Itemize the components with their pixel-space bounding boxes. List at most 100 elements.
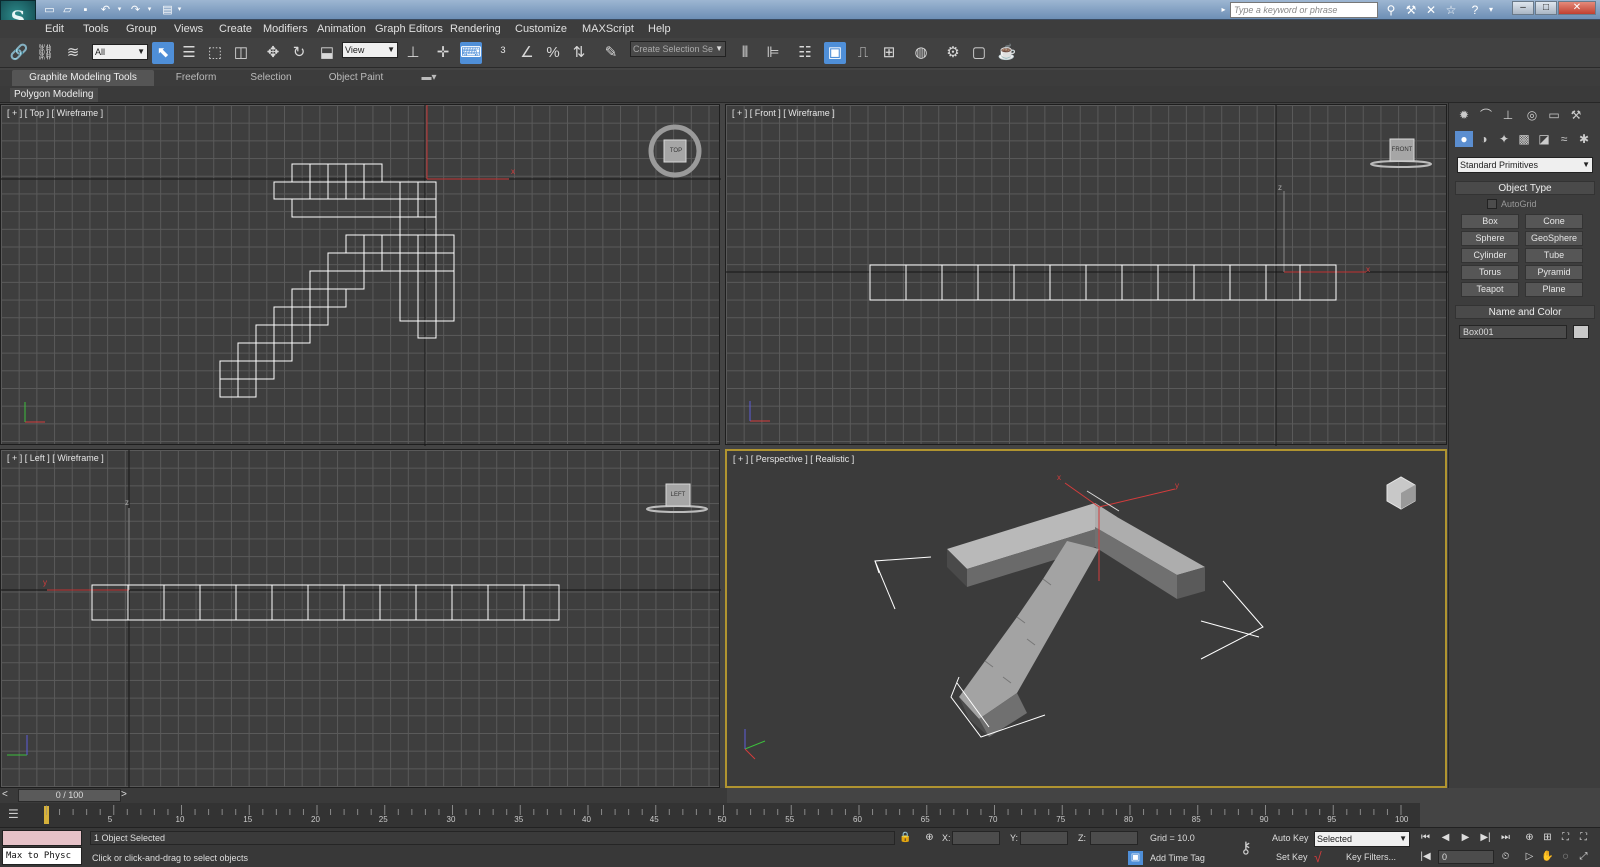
set-key-button[interactable]: Set Key (1276, 852, 1308, 862)
ribbon-options-icon[interactable]: ▬▾ (418, 70, 440, 86)
maximize-button[interactable]: □ (1535, 1, 1557, 15)
keyboard-shortcut-override-icon[interactable]: ⌨ (460, 42, 482, 64)
previous-frame-icon[interactable]: ◀ (1438, 831, 1453, 845)
rendered-frame-window-icon[interactable]: ▢ (968, 42, 990, 64)
name-and-color-rollout[interactable]: Name and Color (1455, 305, 1595, 319)
menu-views[interactable]: Views (174, 20, 203, 38)
viewport-front[interactable]: [ + ] [ Front ] [ Wireframe ] FRONT z x (725, 104, 1448, 446)
utilities-panel-icon[interactable]: ⚒ (1567, 107, 1585, 123)
torus-button[interactable]: Torus (1461, 265, 1519, 280)
minimize-button[interactable]: – (1512, 1, 1534, 15)
box-button[interactable]: Box (1461, 214, 1519, 229)
redo-icon[interactable]: ↷ (128, 3, 143, 17)
edit-named-selection-sets-icon[interactable]: ✎ (600, 42, 622, 64)
lights-icon[interactable]: ✦ (1495, 131, 1513, 147)
key-mode-dropdown[interactable]: Selected ▼ (1314, 831, 1410, 847)
undo-dropdown-icon[interactable]: ▾ (112, 3, 127, 17)
percent-snap-toggle-icon[interactable]: % (542, 42, 564, 64)
y-coordinate-field[interactable] (1020, 831, 1068, 845)
maximize-viewport-toggle-icon[interactable]: ⤢ (1576, 850, 1591, 864)
zoom-all-icon[interactable]: ⊞ (1540, 831, 1555, 845)
select-object-icon[interactable]: ⬉ (152, 42, 174, 64)
viewcube-label-top[interactable]: TOP (666, 148, 686, 154)
hierarchy-panel-icon[interactable]: ⊥ (1499, 107, 1517, 123)
unlink-selection-icon[interactable]: ⛓ (34, 42, 56, 64)
absolute-mode-transform-icon[interactable]: ⊕ (922, 831, 937, 845)
teapot-button[interactable]: Teapot (1461, 282, 1519, 297)
x-coordinate-field[interactable] (952, 831, 1000, 845)
bind-to-space-warp-icon[interactable]: ≋ (62, 42, 84, 64)
viewcube-label-left[interactable]: LEFT (666, 492, 690, 498)
undo-icon[interactable]: ↶ (98, 3, 113, 17)
tab-object-paint[interactable]: Object Paint (318, 70, 394, 86)
open-file-icon[interactable]: ▱ (60, 3, 75, 17)
binoculars-icon[interactable]: ⚲ (1382, 2, 1400, 18)
add-time-tag[interactable]: Add Time Tag (1150, 853, 1205, 863)
maxscript-mini-listener[interactable]: Max to Physc (2, 847, 82, 865)
display-panel-icon[interactable]: ▭ (1545, 107, 1563, 123)
window-crossing-icon[interactable]: ◫ (230, 42, 252, 64)
schematic-view-icon[interactable]: ⊞ (878, 42, 900, 64)
help-dropdown-icon[interactable]: ▾ (1482, 2, 1500, 18)
spinner-snap-toggle-icon[interactable]: ⇅ (568, 42, 590, 64)
play-icon[interactable]: ▶ (1458, 831, 1473, 845)
zoom-extents-icon[interactable]: ⛶ (1558, 831, 1573, 845)
systems-icon[interactable]: ✱ (1575, 131, 1593, 147)
set-key-key-icon[interactable]: ⚷ (1240, 838, 1252, 858)
graphite-modeling-tools-toggle-icon[interactable]: ▣ (824, 42, 846, 64)
field-of-view-icon[interactable]: ▷ (1522, 850, 1537, 864)
geosphere-button[interactable]: GeoSphere (1525, 231, 1583, 246)
next-frame-icon[interactable]: ▶| (1478, 831, 1493, 845)
plane-button[interactable]: Plane (1525, 282, 1583, 297)
new-file-icon[interactable]: ▭ (42, 3, 57, 17)
menu-animation[interactable]: Animation (317, 20, 366, 38)
menu-customize[interactable]: Customize (515, 20, 567, 38)
select-by-name-icon[interactable]: ☰ (178, 42, 200, 64)
object-name-field[interactable]: Box001 (1459, 325, 1567, 339)
redo-dropdown-icon[interactable]: ▾ (142, 3, 157, 17)
orbit-icon[interactable]: ◌ (1558, 850, 1573, 864)
align-icon[interactable]: ⊫ (762, 42, 784, 64)
close-button[interactable]: ✕ (1558, 1, 1596, 15)
select-and-scale-icon[interactable]: ⬓ (316, 42, 338, 64)
viewport-top[interactable]: [ + ] [ Top ] [ Wireframe ] TOP x (0, 104, 721, 446)
select-and-manipulate-icon[interactable]: ✛ (432, 42, 454, 64)
lock-selection-icon[interactable]: 🔒 (898, 831, 913, 845)
zoom-icon[interactable]: ⊕ (1522, 831, 1537, 845)
create-panel-icon[interactable]: ✹ (1455, 107, 1473, 123)
menu-help[interactable]: Help (648, 20, 671, 38)
select-and-rotate-icon[interactable]: ↻ (288, 42, 310, 64)
autogrid-checkbox[interactable] (1487, 199, 1497, 209)
quick-access-dropdown-icon[interactable]: ▾ (172, 3, 187, 17)
viewport-perspective[interactable]: [ + ] [ Perspective ] [ Realistic ] x y (725, 449, 1447, 788)
rectangular-selection-region-icon[interactable]: ⬚ (204, 42, 226, 64)
use-pivot-point-center-icon[interactable]: ⊥ (402, 42, 424, 64)
layer-manager-icon[interactable]: ☷ (794, 42, 816, 64)
object-type-rollout[interactable]: Object Type (1455, 181, 1595, 195)
tab-selection[interactable]: Selection (240, 70, 302, 86)
material-editor-icon[interactable]: ◍ (910, 42, 932, 64)
space-warps-icon[interactable]: ≈ (1555, 131, 1573, 147)
named-selection-sets-dropdown[interactable]: Create Selection Se ▼ (630, 41, 726, 57)
menu-maxscript[interactable]: MAXScript (582, 20, 634, 38)
time-slider-prev[interactable]: < (2, 789, 8, 800)
auto-key-button[interactable]: Auto Key (1272, 833, 1309, 843)
shapes-icon[interactable]: ◑ (1475, 131, 1493, 147)
key-filters-button[interactable]: Key Filters... (1346, 852, 1396, 862)
cylinder-button[interactable]: Cylinder (1461, 248, 1519, 263)
menu-rendering[interactable]: Rendering (450, 20, 501, 38)
render-production-icon[interactable]: ☕ (996, 42, 1018, 64)
tube-button[interactable]: Tube (1525, 248, 1583, 263)
mini-curve-editor-icon[interactable]: ☰ (8, 807, 26, 823)
time-slider-next[interactable]: > (121, 789, 127, 800)
track-bar[interactable]: ☰ 5 10 15 20 25 30 35 40 45 50 55 60 65 70 75 80 85 90 95 1… (0, 803, 1420, 827)
cone-button[interactable]: Cone (1525, 214, 1583, 229)
go-to-end-icon[interactable]: ⏭ (1498, 831, 1513, 845)
time-configuration-icon[interactable]: ⏲ (1498, 850, 1513, 864)
current-frame-field[interactable]: 0 (1438, 850, 1494, 864)
search-input[interactable]: Type a keyword or phrase (1230, 2, 1378, 18)
save-icon[interactable]: ▪ (78, 3, 93, 17)
select-and-move-icon[interactable]: ✥ (262, 42, 284, 64)
selection-filter-dropdown[interactable]: All ▼ (92, 44, 148, 60)
pyramid-button[interactable]: Pyramid (1525, 265, 1583, 280)
